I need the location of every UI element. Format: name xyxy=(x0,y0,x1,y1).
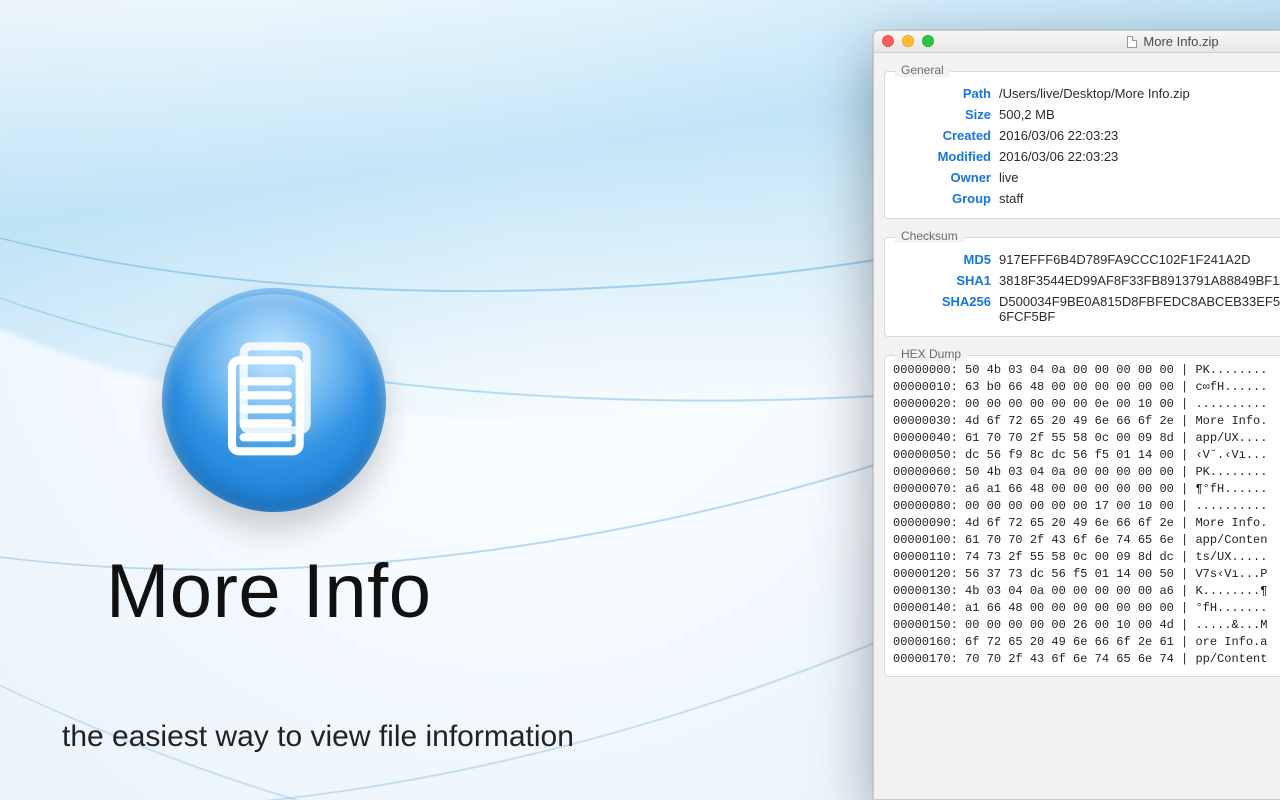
window-titlebar[interactable]: More Info.zip xyxy=(874,31,1280,53)
general-row-value[interactable]: 500,2 MB xyxy=(999,107,1280,122)
general-row-value[interactable]: live xyxy=(999,170,1280,185)
general-panel: General Path/Users/live/Desktop/More Inf… xyxy=(884,71,1280,219)
info-window: More Info.zip General Path/Users/live/De… xyxy=(873,30,1280,800)
general-row-value[interactable]: 2016/03/06 22:03:23 xyxy=(999,149,1280,164)
hexdump-panel: HEX Dump 00000000: 50 4b 03 04 0a 00 00 … xyxy=(884,355,1280,677)
hexdump-panel-label: HEX Dump xyxy=(895,347,967,361)
checksum-row-value[interactable]: 3818F3544ED99AF8F33FB8913791A88849BF119C xyxy=(999,273,1280,288)
file-icon xyxy=(1127,36,1137,48)
hexdump-content[interactable]: 00000000: 50 4b 03 04 0a 00 00 00 00 00 … xyxy=(885,356,1280,676)
app-icon xyxy=(162,288,386,512)
general-row-key: Size xyxy=(899,107,991,122)
checksum-row-value[interactable]: 917EFFF6B4D789FA9CCC102F1F241A2D xyxy=(999,252,1280,267)
general-row-value[interactable]: 2016/03/06 22:03:23 xyxy=(999,128,1280,143)
checksum-row-key: SHA256 xyxy=(899,294,991,324)
checksum-row-key: MD5 xyxy=(899,252,991,267)
product-title: More Info xyxy=(106,548,432,635)
minimize-icon[interactable] xyxy=(902,35,914,47)
close-icon[interactable] xyxy=(882,35,894,47)
general-row-value[interactable]: staff xyxy=(999,191,1280,206)
general-row-key: Group xyxy=(899,191,991,206)
checksum-row-key: SHA1 xyxy=(899,273,991,288)
checksum-panel-label: Checksum xyxy=(895,229,964,243)
document-stack-icon xyxy=(204,330,344,470)
general-panel-label: General xyxy=(895,63,950,77)
product-subtitle: the easiest way to view file information xyxy=(62,720,574,754)
window-title-text: More Info.zip xyxy=(1143,34,1218,49)
window-title: More Info.zip xyxy=(1127,34,1218,49)
general-row-key: Modified xyxy=(899,149,991,164)
checksum-row-value[interactable]: D500034F9BE0A815D8FBFEDC8ABCEB33EF56EFA9… xyxy=(999,294,1280,324)
zoom-icon[interactable] xyxy=(922,35,934,47)
general-row-key: Created xyxy=(899,128,991,143)
checksum-panel: Checksum MD5917EFFF6B4D789FA9CCC102F1F24… xyxy=(884,237,1280,337)
general-row-value[interactable]: /Users/live/Desktop/More Info.zip xyxy=(999,86,1280,101)
general-row-key: Owner xyxy=(899,170,991,185)
promo-stage: More Info the easiest way to view file i… xyxy=(0,0,1280,800)
general-row-key: Path xyxy=(899,86,991,101)
